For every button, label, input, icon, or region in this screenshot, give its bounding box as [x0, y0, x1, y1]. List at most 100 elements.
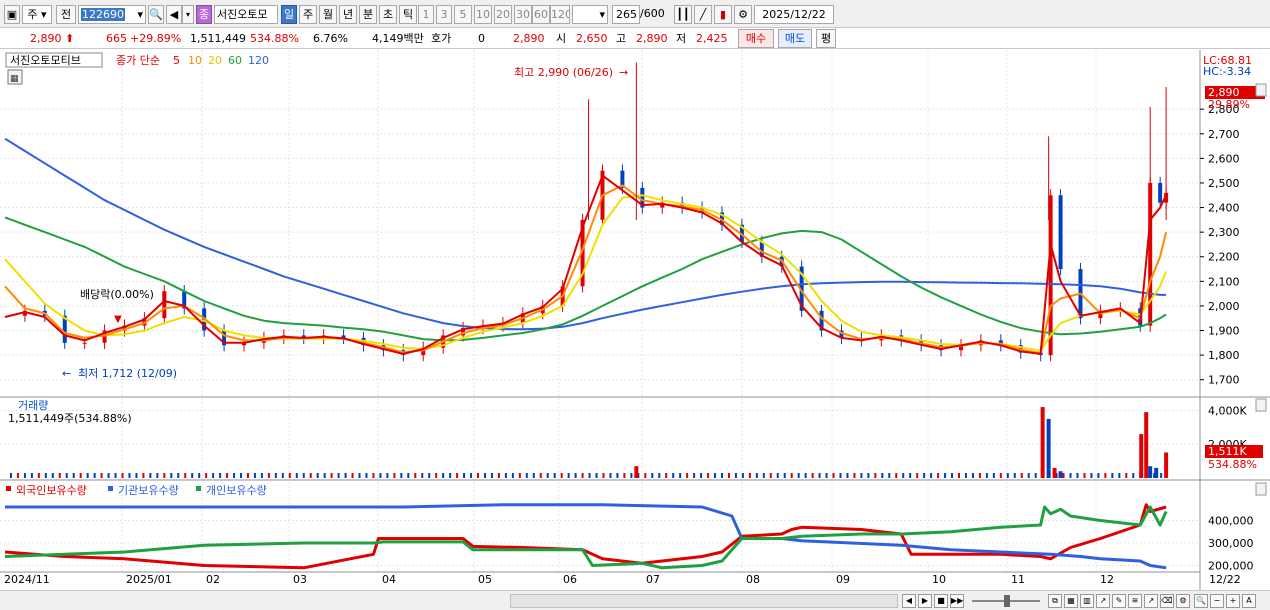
volume-bar — [727, 473, 730, 478]
volume-bar — [1040, 407, 1045, 478]
play-prev-icon[interactable]: ◀ — [902, 594, 916, 608]
expand-icon[interactable] — [1255, 83, 1267, 97]
current-pct-label: 29.89% — [1208, 98, 1250, 111]
period-month-button[interactable]: 월 — [319, 5, 337, 24]
interval-select[interactable]: ▾ — [572, 5, 608, 24]
period-tick-button[interactable]: 틱 — [399, 5, 417, 24]
volume-bar — [1164, 452, 1169, 478]
low-label: 저 — [676, 32, 687, 45]
zoom-slider-handle[interactable] — [1004, 595, 1010, 607]
volume-bar — [1132, 473, 1135, 478]
volume-bar — [372, 473, 375, 478]
zoom-search-icon[interactable]: 🔍 — [1194, 594, 1208, 608]
volume-bar — [720, 473, 723, 478]
volume-bar — [658, 473, 661, 478]
chart-type-icon[interactable]: ▥ — [1080, 594, 1094, 608]
x-tick-label: 12/22 — [1209, 573, 1241, 586]
volume-bar — [1154, 467, 1159, 478]
indicator-list-icon[interactable]: ↗ — [1096, 594, 1110, 608]
grid-icon[interactable]: ▦ — [1064, 594, 1078, 608]
y-tick-label: 1,700 — [1208, 374, 1240, 387]
candle-body — [1058, 195, 1063, 270]
settings-icon[interactable]: ⚙ — [1176, 594, 1190, 608]
volume-bar — [9, 473, 12, 478]
volume-bar — [797, 473, 800, 478]
volume-bar — [163, 473, 166, 478]
candle-body — [1158, 182, 1163, 203]
interval-5-button[interactable]: 5 — [454, 5, 472, 24]
volume-bar — [393, 473, 396, 478]
period-second-button[interactable]: 초 — [379, 5, 397, 24]
buy-button[interactable]: 매수 — [738, 29, 774, 48]
period-week-button[interactable]: 주 — [299, 5, 317, 24]
layout-icon[interactable]: ⧉ — [1048, 594, 1062, 608]
trend-icon[interactable]: ↗ — [1144, 594, 1158, 608]
volume-bar — [240, 473, 243, 478]
draw-tool-icon[interactable]: ✎ — [1112, 594, 1126, 608]
period-minute-button[interactable]: 분 — [359, 5, 377, 24]
period-day-button[interactable]: 일 — [281, 5, 297, 24]
hoga-value: 0 — [478, 32, 485, 45]
foreign-legend-label: 외국인보유수량 — [16, 484, 87, 497]
interval-3-button[interactable]: 3 — [436, 5, 452, 24]
count-input[interactable]: 265 — [612, 5, 640, 24]
period-year-button[interactable]: 년 — [339, 5, 357, 24]
eval-button[interactable]: 평 — [816, 29, 836, 48]
code-input[interactable]: 122690 ▾ — [78, 5, 146, 24]
stock-chart[interactable]: 1,700 1,800 1,900 2,000 2,100 2,200 2,300 2,400… — [0, 50, 1270, 590]
zoom-out-icon[interactable]: − — [1210, 594, 1224, 608]
x-tick-label: 2024/11 — [4, 573, 50, 586]
volume-bar — [351, 473, 354, 478]
change-percent: +29.89% — [130, 32, 182, 45]
volume-bar — [518, 473, 521, 478]
volume-bar — [895, 473, 898, 478]
volume-bar — [470, 473, 473, 478]
expand-icon[interactable] — [1255, 398, 1267, 412]
x-tick-label: 07 — [646, 573, 660, 586]
indicator-icon[interactable]: ▮ — [714, 5, 732, 24]
mode-select[interactable]: 주 ▾ — [22, 5, 52, 24]
volume-bar — [957, 473, 960, 478]
volume-bar — [714, 473, 717, 478]
speaker-dropdown-icon[interactable]: ▾ — [182, 5, 194, 24]
volume-bar — [686, 473, 689, 478]
sell-button[interactable]: 매도 — [778, 29, 812, 48]
chevron-down-icon: ▾ — [599, 8, 605, 21]
volume-bar — [630, 473, 633, 478]
x-tick-label: 11 — [1011, 573, 1025, 586]
toolbar: ▣ 주 ▾ 전 122690 ▾ 🔍 ◀ ▾ 종 서진오토모 일 주 월 년 분… — [0, 0, 1270, 28]
eraser-icon[interactable]: ⌫ — [1160, 594, 1174, 608]
gear-icon[interactable]: ⚙ — [734, 5, 752, 24]
fib-icon[interactable]: ≋ — [1128, 594, 1142, 608]
play-next-icon[interactable]: ▶ — [918, 594, 932, 608]
chart-background — [0, 50, 1270, 590]
low-annotation: 최저 1,712 (12/09) — [78, 367, 177, 380]
candle-type-icon[interactable]: ┃┃ — [674, 5, 692, 24]
interval-20-button[interactable]: 20 — [494, 5, 512, 24]
y-tick-label: 1,800 — [1208, 349, 1240, 362]
speaker-icon[interactable]: ◀ — [166, 5, 182, 24]
prev-button[interactable]: 전 — [56, 5, 76, 24]
window-menu-icon[interactable]: ▣ — [4, 5, 20, 24]
draw-line-icon[interactable]: ╱ — [694, 5, 712, 24]
fast-forward-icon[interactable]: ▶▶ — [950, 594, 964, 608]
date-input[interactable]: 2025/12/22 — [754, 5, 834, 24]
volume-bar — [51, 473, 54, 478]
horizontal-scrollbar[interactable] — [510, 594, 898, 608]
interval-1-button[interactable]: 1 — [418, 5, 434, 24]
volume-bar — [191, 473, 194, 478]
search-icon[interactable]: 🔍 — [148, 5, 164, 24]
volume-bar — [874, 473, 877, 478]
interval-30-button[interactable]: 30 — [514, 5, 532, 24]
left-arrow-icon: ← — [62, 367, 71, 380]
expand-icon[interactable] — [1255, 482, 1267, 496]
zoom-in-icon[interactable]: + — [1226, 594, 1240, 608]
volume-bar — [219, 473, 222, 478]
volume-bar — [463, 473, 466, 478]
volume-bar — [574, 473, 577, 478]
interval-10-button[interactable]: 10 — [474, 5, 492, 24]
stop-icon[interactable]: ■ — [934, 594, 948, 608]
interval-120-button[interactable]: 120 — [550, 5, 570, 24]
interval-60-button[interactable]: 60 — [532, 5, 550, 24]
text-tool-icon[interactable]: A — [1242, 594, 1256, 608]
